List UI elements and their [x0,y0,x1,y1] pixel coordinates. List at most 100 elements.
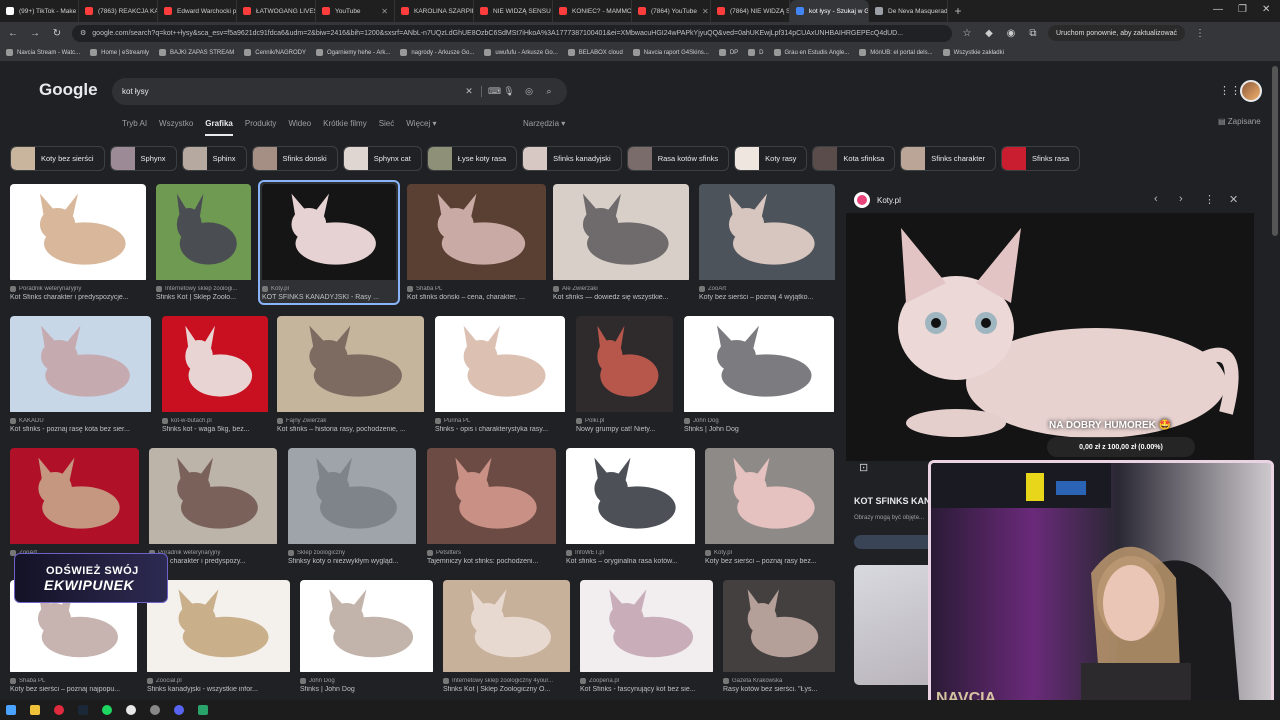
result-thumbnail[interactable] [684,316,834,415]
minimize-icon[interactable]: — [1213,4,1223,15]
tab-3[interactable]: Edward Warchocki po✕ [158,0,237,22]
result-thumbnail[interactable] [435,316,565,415]
result-thumbnail[interactable] [277,316,424,415]
result-thumbnail[interactable] [288,448,416,547]
bookmark-item[interactable]: Grau en Estudis Angle... [773,49,849,56]
result-title[interactable]: Koty bez sierści – poznaj najpopu... [10,686,137,693]
site-info-icon[interactable]: ⚙ [80,29,86,37]
search-tab[interactable]: Wszystko [159,119,193,136]
image-result[interactable]: KAKADU Kot sfinks - poznaj rasę kota bez … [10,316,151,433]
bookmark-item[interactable]: Navcia raport G4Skins... [632,49,709,56]
result-source[interactable]: Poradnik weterynaryjny [10,286,146,292]
tab-5[interactable]: YouTube ✕ [316,0,395,22]
steam-icon[interactable] [78,705,88,715]
maximize-icon[interactable]: ❐ [1238,4,1247,15]
image-result[interactable]: Internetowy sklep zoologiczny 4your... Sf… [443,580,570,693]
clear-icon[interactable]: ✕ [461,86,477,97]
result-source[interactable]: Internetowy sklep zoologiczny 4your... [443,678,570,684]
prev-icon[interactable]: ‹ [1154,193,1158,205]
related-chip[interactable]: Sfinks rasa [1001,146,1081,171]
image-result[interactable]: John Dog Sfinks | John Dog [300,580,433,693]
tab-2[interactable]: (7863) REAKCJA KASI✕ [79,0,158,22]
back-icon[interactable]: ← [6,28,20,39]
result-thumbnail[interactable] [149,448,277,547]
opera-icon[interactable] [54,705,64,715]
result-source[interactable]: Petsitters [427,550,556,556]
image-result[interactable]: Internetowy sklep zoologi... Sfinks Kot |… [156,184,251,301]
result-title[interactable]: Kot sfinks doński – cena, charakter, ... [407,294,546,301]
result-thumbnail[interactable] [10,316,151,415]
bookmark-item[interactable]: MónUB: el portal dels... [859,49,933,56]
image-result[interactable]: InfoWET.pl Kot sfinks – oryginalna rasa k… [566,448,695,565]
result-thumbnail[interactable] [553,184,689,283]
bookmark-item[interactable]: D [748,49,764,56]
terminal-icon[interactable] [198,705,208,715]
search-box[interactable]: kot łysy ✕ ⌨ 🎙 ◎ ⌕ [112,78,567,105]
related-chip[interactable]: Sfinks kanadyjski [522,146,622,171]
related-chip[interactable]: Koty rasy [734,146,808,171]
result-title[interactable]: Sfinks kanadyjski - wszystkie infor... [147,686,290,693]
search-tab[interactable]: Wideo [288,119,311,136]
result-source[interactable]: kot-w-butach.pl [162,418,268,424]
result-source[interactable]: Zooperia.pl [580,678,713,684]
lens-icon[interactable]: ◎ [521,86,537,97]
restart-update-button[interactable]: Uruchom ponownie, aby zaktualizować [1048,25,1186,41]
result-source[interactable]: Shaba PL [10,678,137,684]
tools-button[interactable]: Narzędzia ▾ [523,119,565,128]
result-source[interactable]: Purina PL [435,418,565,424]
image-result[interactable]: Koty.pl Koty bez sierści – poznaj rasy be… [705,448,834,565]
related-chip[interactable]: Sphinx [181,146,247,171]
image-result[interactable]: Koty.pl KOT SFINKS KANADYJSKI - Rasy ... [258,180,400,305]
result-thumbnail[interactable] [10,448,139,547]
image-result[interactable]: Poradnik weterynaryjny Sfinks charakter i… [149,448,277,565]
result-title[interactable]: Kot sfinks - poznaj rasę kota bez sier..… [10,426,151,433]
result-thumbnail[interactable] [705,448,834,547]
result-source[interactable]: ZooArt [699,286,835,292]
lens-search-icon[interactable]: ⊡ [859,461,868,474]
tab-7[interactable]: NIE WIDZĄ SENSU ŻY✕ [474,0,553,22]
image-result[interactable]: ZooArt Koty bez sierści – poznaj 4 wyjątk… [699,184,835,301]
result-title[interactable]: Kot Sfinks - fascynujący kot bez sie... [580,686,713,693]
search-tab[interactable]: Tryb AI [122,119,147,136]
result-source[interactable]: Fajny Zwierzak [277,418,424,424]
related-chip[interactable]: Koty bez sierści [10,146,105,171]
image-result[interactable]: kot-w-butach.pl Sfinks kot - waga 5kg, be… [162,316,268,433]
result-thumbnail[interactable] [699,184,835,283]
related-chip[interactable]: Sphynx cat [342,146,422,171]
obs-icon[interactable] [150,705,160,715]
tab-10[interactable]: (7864) NIE WIDZĄ SE✕ [711,0,790,22]
related-chip[interactable]: Łyse koty rasa [426,146,518,171]
close-window-icon[interactable]: ✕ [1262,4,1270,15]
result-source[interactable]: Poradnik weterynaryjny [149,550,277,556]
result-thumbnail[interactable] [162,316,268,415]
result-title[interactable]: Sfinks Kot | Sklep Zoologiczny O... [443,686,570,693]
bookmark-item[interactable]: Ogarniemy hehe - Ark... [315,49,390,56]
image-result[interactable]: Sklep zoologiczny Sfinksy koty o niezwykł… [288,448,416,565]
result-title[interactable]: Sfinks charakter i predyspozy... [149,558,277,565]
reload-icon[interactable]: ↻ [50,28,64,39]
chrome-icon[interactable] [126,705,136,715]
result-title[interactable]: Koty bez sierści – poznaj 4 wyjątko... [699,294,835,301]
related-thumbnail[interactable] [854,565,934,685]
image-result[interactable]: Poradnik weterynaryjny Kot Sfinks charakt… [10,184,146,301]
start-icon[interactable] [6,705,16,715]
close-icon[interactable]: ✕ [1229,193,1238,206]
related-chip[interactable]: Sfinks donski [251,146,338,171]
tab-12[interactable]: De Neva Masquerade✕ [869,0,948,22]
result-title[interactable]: Kot sfinks — dowiedz się wszystkie... [553,294,689,301]
saved-button[interactable]: ▤ Zapisane [1218,117,1261,126]
result-source[interactable]: Koty.pl [705,550,834,556]
tab-4[interactable]: ŁATWOGANG LIVESTR✕ [237,0,316,22]
tab-6[interactable]: KAROLINA SZARPIE M✕ [395,0,474,22]
result-thumbnail[interactable] [723,580,835,675]
avatar[interactable] [1240,80,1262,102]
result-source[interactable]: John Dog [300,678,433,684]
tab-9[interactable]: (7864) YouTube ✕ [632,0,711,22]
related-chip[interactable]: Sfinks charakter [900,146,997,171]
scrollbar[interactable] [1272,66,1278,236]
image-result[interactable]: Zoocial.pl Sfinks kanadyjski - wszystkie … [147,580,290,693]
bookmark-item[interactable]: DP [718,49,738,56]
result-source[interactable]: Shaba PL [407,286,546,292]
result-source[interactable]: InfoWET.pl [566,550,695,556]
result-title[interactable]: Kot Sfinks charakter i predyspozycje... [10,294,146,301]
